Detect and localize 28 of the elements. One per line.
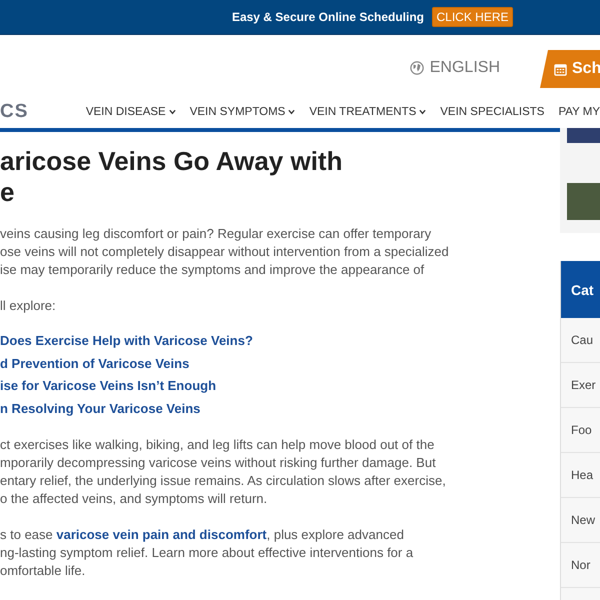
category-link[interactable]: Hea bbox=[561, 453, 600, 498]
toc-link[interactable]: ise for Varicose Veins Isn’t Enough bbox=[0, 377, 216, 396]
categories-heading: Cat bbox=[561, 261, 600, 318]
photo-placeholder[interactable] bbox=[567, 183, 600, 220]
logo-text: CS bbox=[0, 101, 30, 123]
category-link[interactable]: Nor bbox=[561, 543, 600, 588]
explore-text: ll explore: bbox=[0, 297, 57, 315]
nav-link[interactable]: VEIN DISEASE bbox=[86, 106, 176, 118]
intro-paragraph: veins causing leg discomfort or pain? Regular exercise can offer temporary ose veins will not completely disappear without intervention from a specialized ise may temporarily reduce the symptoms and improve the appearance of bbox=[0, 225, 450, 279]
category-link[interactable]: Foo bbox=[561, 408, 600, 453]
toc-link[interactable]: d Prevention of Varicose Veins bbox=[0, 354, 190, 373]
nav-link[interactable]: VEIN SYMPTOMS bbox=[190, 106, 296, 118]
toc-link[interactable]: Does Exercise Help with Varicose Veins? bbox=[0, 332, 253, 350]
category-link[interactable]: New bbox=[561, 498, 600, 543]
category-link[interactable]: Cau bbox=[561, 318, 600, 363]
globe-icon bbox=[410, 61, 424, 75]
calendar-icon bbox=[554, 62, 567, 76]
body-paragraph: ct exercises like walking, biking, and leg lifts can help move blood out of the mporarily decompressing varicose veins without risking further damage. But entary relief, the underlying issue remains. As circulation slows after exercise, o the affected veins, and symptoms will return. bbox=[0, 436, 447, 508]
banner-text: Easy & Secure Online Scheduling bbox=[232, 10, 424, 24]
nav-link[interactable]: PAY MY bbox=[558, 106, 600, 118]
language-link[interactable]: ENGLISH bbox=[430, 59, 500, 77]
body-paragraph: s to ease varicose vein pain and discomfort, plus explore advanced ng-lasting symptom relief. Learn more about effective interventions for a omfortable life. bbox=[0, 526, 414, 580]
article-title: aricose Veins Go Away with e bbox=[0, 146, 344, 208]
nav-link[interactable]: VEIN TREATMENTS bbox=[309, 106, 426, 118]
photo-placeholder[interactable] bbox=[567, 128, 600, 143]
nav-link[interactable]: VEIN SPECIALISTS bbox=[440, 106, 544, 118]
category-link[interactable]: Exer bbox=[561, 363, 600, 408]
toc-link[interactable]: n Resolving Your Varicose Veins bbox=[0, 400, 200, 418]
